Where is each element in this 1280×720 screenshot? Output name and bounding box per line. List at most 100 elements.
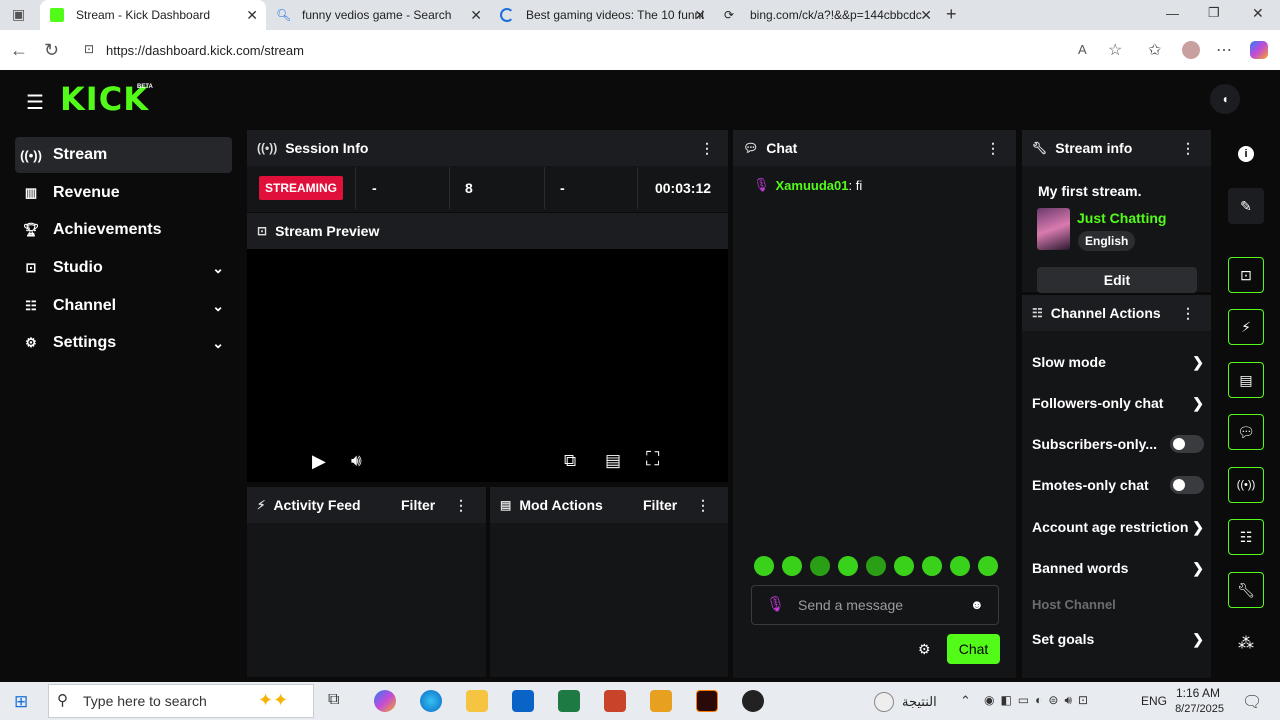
tab-best-gaming[interactable]: Best gaming videos: The 10 funni ✕ <box>490 0 714 30</box>
sidebar-item-channel[interactable]: ☷ Channel ⌄ <box>15 288 232 324</box>
outlook-icon[interactable] <box>512 690 534 712</box>
favorite-icon[interactable]: ☆ <box>1108 40 1122 60</box>
slow-mode-row[interactable]: Slow mode ❯ <box>1032 348 1204 376</box>
more-options-icon[interactable]: ⋮ <box>700 140 714 157</box>
sidebar-item-revenue[interactable]: ▥ Revenue <box>15 175 232 211</box>
banned-words-row[interactable]: Banned words ❯ <box>1032 554 1204 582</box>
excel-icon[interactable] <box>558 690 580 712</box>
picture-in-picture-icon[interactable]: ⧉ <box>564 451 576 471</box>
apps-icon[interactable]: ⁂ <box>1238 633 1254 653</box>
category-thumbnail <box>1037 208 1070 250</box>
studio-shortcut-icon[interactable]: ⊡ <box>1228 257 1264 293</box>
profile-avatar[interactable] <box>1182 41 1200 59</box>
filter-button[interactable]: Filter <box>401 497 435 513</box>
account-age-row[interactable]: Account age restriction ❯ <box>1032 513 1204 541</box>
emote-7[interactable] <box>922 556 942 576</box>
chevron-up-icon[interactable]: ⌃ <box>960 693 971 709</box>
user-avatar[interactable]: ◖ <box>1210 84 1240 114</box>
sidebar-item-stream[interactable]: ((•)) Stream <box>15 137 232 173</box>
sidebar-item-achievements[interactable]: 🏆︎ Achievements <box>15 212 232 248</box>
chat-shortcut-icon[interactable]: 💬︎ <box>1228 414 1264 450</box>
emote-1[interactable] <box>754 556 774 576</box>
set-goals-row[interactable]: Set goals ❯ <box>1032 625 1204 653</box>
new-tab-button[interactable]: + <box>946 4 957 25</box>
volume-icon[interactable]: 🔊︎ <box>351 451 362 471</box>
emote-2[interactable] <box>782 556 802 576</box>
lightning-shortcut-icon[interactable]: ⚡︎ <box>1228 309 1264 345</box>
broadcast-shortcut-icon[interactable]: ((•)) <box>1228 467 1264 503</box>
tab-kick-dashboard[interactable]: Stream - Kick Dashboard ✕ <box>40 0 266 30</box>
illustrator-icon[interactable] <box>696 690 718 712</box>
emote-9[interactable] <box>978 556 998 576</box>
close-icon[interactable]: ✕ <box>920 7 932 24</box>
tab-bing[interactable]: ⟳ bing.com/ck/a?!&&p=144cbbcdc ✕ <box>714 0 940 30</box>
subscribers-only-toggle[interactable] <box>1170 435 1204 453</box>
document-shortcut-icon[interactable]: ▤ <box>1228 362 1264 398</box>
edge-icon[interactable] <box>420 690 442 712</box>
back-icon[interactable]: ← <box>10 40 28 61</box>
emote-8[interactable] <box>950 556 970 576</box>
tab-search[interactable]: 🔍︎ funny vedios game - Search ✕ <box>266 0 490 30</box>
more-options-icon[interactable]: ⋮ <box>454 497 468 514</box>
info-icon[interactable]: i <box>1238 146 1254 162</box>
sidebar-item-studio[interactable]: ⊡ Studio ⌄ <box>15 250 232 286</box>
search-icon: 🔍︎ <box>276 8 292 22</box>
windows-start-icon[interactable]: ⊞ <box>14 692 28 712</box>
notifications-icon[interactable]: 🗨︎ <box>1242 692 1262 712</box>
channel-shortcut-icon[interactable]: ☷ <box>1228 519 1264 555</box>
site-info-icon[interactable]: ⊡ <box>84 42 94 56</box>
task-view-icon[interactable]: ⧉ <box>328 691 339 709</box>
copilot-taskbar-icon[interactable] <box>374 690 396 712</box>
wrench-shortcut-icon[interactable]: 🔧︎ <box>1228 572 1264 608</box>
obs-icon[interactable] <box>742 690 764 712</box>
chevron-right-icon: ❯ <box>1192 518 1204 535</box>
more-icon[interactable]: ⋯ <box>1216 40 1232 60</box>
maximize-button[interactable]: ❐ <box>1208 5 1220 21</box>
filter-button[interactable]: Filter <box>643 497 677 513</box>
play-icon[interactable]: ▶ <box>312 451 326 472</box>
language-badge: English <box>1078 231 1136 251</box>
emote-3[interactable] <box>810 556 830 576</box>
close-icon[interactable]: ✕ <box>246 7 258 24</box>
refresh-icon[interactable]: ↻ <box>44 40 59 61</box>
sublime-icon[interactable] <box>650 690 672 712</box>
copilot-icon[interactable] <box>1250 41 1268 59</box>
fullscreen-icon[interactable]: ⛶ <box>646 449 659 471</box>
mic-icon[interactable]: 🎙︎ <box>766 595 785 613</box>
more-options-icon[interactable]: ⋮ <box>696 497 710 514</box>
clock-time[interactable]: 1:16 AM <box>1174 686 1220 700</box>
chat-username[interactable]: Xamuuda01 <box>776 178 849 193</box>
kick-logo[interactable]: KICK <box>60 80 149 118</box>
edit-pencil-icon[interactable]: ✎ <box>1228 188 1264 224</box>
close-icon[interactable]: ✕ <box>694 7 706 24</box>
clock-date[interactable]: 8/27/2025 <box>1164 703 1224 715</box>
send-chat-button[interactable]: Chat <box>947 634 1000 664</box>
chat-settings-icon[interactable]: ⚙ <box>918 641 931 658</box>
close-icon[interactable]: ✕ <box>470 7 482 24</box>
window-close-button[interactable]: ✕ <box>1252 5 1264 22</box>
theater-mode-icon[interactable]: ▤ <box>605 451 621 471</box>
tab-actions-icon[interactable]: ▣ <box>12 6 25 23</box>
powerpoint-icon[interactable] <box>604 690 626 712</box>
minimize-button[interactable]: — <box>1166 6 1179 21</box>
more-options-icon[interactable]: ⋮ <box>1181 140 1195 157</box>
edit-button[interactable]: Edit <box>1037 267 1197 293</box>
url-input[interactable]: ⊡ https://dashboard.kick.com/stream <box>76 36 1056 64</box>
tray-icons[interactable]: ◉◧▭◐⊜🔊︎⊡ <box>984 693 1094 708</box>
category-link[interactable]: Just Chatting <box>1077 210 1166 226</box>
hamburger-menu-icon[interactable]: ☰ <box>26 90 44 115</box>
emoji-icon[interactable]: ☻ <box>970 597 984 612</box>
emote-5[interactable] <box>866 556 886 576</box>
favorites-bar-icon[interactable]: ✩ <box>1148 40 1161 60</box>
emote-6[interactable] <box>894 556 914 576</box>
file-explorer-icon[interactable] <box>466 690 488 712</box>
read-aloud-icon[interactable]: A <box>1078 42 1087 57</box>
followers-only-row[interactable]: Followers-only chat ❯ <box>1032 389 1204 417</box>
more-options-icon[interactable]: ⋮ <box>986 140 1000 157</box>
emote-4[interactable] <box>838 556 858 576</box>
weather-label[interactable]: النتيجة <box>902 694 937 710</box>
video-player[interactable] <box>247 249 728 482</box>
emotes-only-toggle[interactable] <box>1170 476 1204 494</box>
more-options-icon[interactable]: ⋮ <box>1181 305 1195 322</box>
sidebar-item-settings[interactable]: ⚙ Settings ⌄ <box>15 325 232 361</box>
